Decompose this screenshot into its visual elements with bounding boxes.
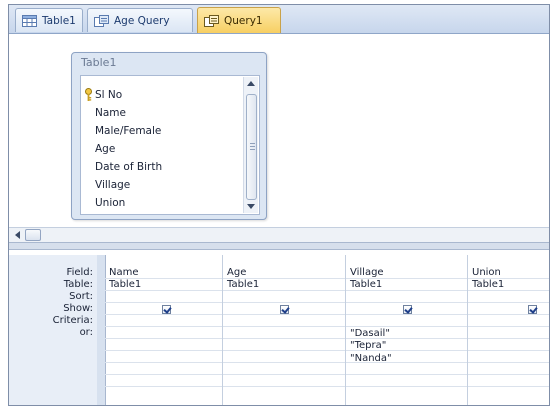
or-criteria-cell[interactable]: "Tepra" [350, 340, 386, 352]
pane-splitter[interactable] [9, 242, 549, 250]
query-icon [204, 14, 219, 27]
table-cell[interactable]: Table1 [227, 279, 259, 291]
row-label-field: Field: [66, 267, 93, 278]
scroll-left-arrow-icon[interactable] [15, 231, 20, 239]
field-cell[interactable]: Union [472, 267, 501, 279]
field-item-name[interactable]: Name [95, 106, 126, 121]
grid-row-labels: Field: Table: Sort: Show: Criteria: or: [9, 255, 98, 405]
field-item-village[interactable]: Village [95, 178, 130, 193]
field-item-age[interactable]: Age [95, 142, 115, 157]
field-cell[interactable]: Village [350, 267, 384, 279]
or-criteria-cell[interactable]: "Nanda" [350, 353, 392, 365]
grid-column-union[interactable]: Union Table1 [468, 255, 549, 405]
field-cell[interactable]: Age [227, 267, 246, 279]
scroll-down-arrow-icon[interactable] [247, 204, 255, 209]
table-cell[interactable]: Table1 [350, 279, 382, 291]
design-pane-horizontal-scrollbar[interactable] [9, 227, 549, 243]
query-icon [94, 14, 109, 27]
document-tab-strip: Table1 Age Query Query1 [9, 5, 549, 34]
field-item-union[interactable]: Union [95, 196, 125, 211]
field-list-scrollbar[interactable] [243, 77, 258, 213]
row-label-show: Show: [63, 303, 93, 314]
tab-table1[interactable]: Table1 [15, 8, 83, 32]
criteria-cell[interactable]: "Dasail" [350, 328, 390, 340]
table-icon [22, 14, 37, 27]
horizontal-scrollbar-thumb[interactable] [25, 229, 41, 241]
show-checkbox[interactable] [528, 305, 537, 314]
tab-label: Table1 [42, 14, 76, 27]
show-checkbox[interactable] [280, 305, 289, 314]
row-label-sort: Sort: [69, 291, 93, 302]
query-design-grid: Field: Table: Sort: Show: Criteria: or: … [9, 255, 549, 405]
row-label-criteria: Criteria: [52, 315, 93, 326]
scroll-up-arrow-icon[interactable] [247, 81, 255, 86]
row-label-table: Table: [63, 279, 93, 290]
tab-age-query[interactable]: Age Query [87, 8, 193, 32]
field-list-items: Sl No Name Male/Female Age Date of Birth… [80, 75, 260, 215]
scrollbar-thumb[interactable] [246, 94, 257, 200]
table-cell[interactable]: Table1 [109, 279, 141, 291]
tab-label: Age Query [114, 14, 170, 27]
tab-label: Query1 [224, 14, 263, 27]
field-cell[interactable]: Name [109, 267, 139, 279]
row-label-or: or: [79, 327, 93, 338]
grid-column-age[interactable]: Age Table1 [223, 255, 346, 405]
primary-key-icon [84, 88, 93, 102]
show-checkbox[interactable] [162, 305, 171, 314]
field-item-male-female[interactable]: Male/Female [95, 124, 161, 139]
field-item-sl-no[interactable]: Sl No [95, 88, 122, 103]
field-item-date-of-birth[interactable]: Date of Birth [95, 160, 162, 175]
field-list-table1[interactable]: Table1 Sl No Name Male/Female Age Date o… [71, 52, 267, 220]
table-cell[interactable]: Table1 [472, 279, 504, 291]
show-checkbox[interactable] [403, 305, 412, 314]
table-design-pane[interactable]: Table1 Sl No Name Male/Female Age Date o… [9, 34, 549, 243]
field-list-title[interactable]: Table1 [72, 53, 266, 73]
query-design-window: Table1 Age Query Query1 Table1 Sl No Nam… [8, 4, 550, 406]
grid-column-village[interactable]: Village Table1 "Dasail" "Tepra" "Nanda" [346, 255, 468, 405]
grid-column-name[interactable]: Name Table1 [105, 255, 223, 405]
tab-query1[interactable]: Query1 [197, 7, 281, 33]
